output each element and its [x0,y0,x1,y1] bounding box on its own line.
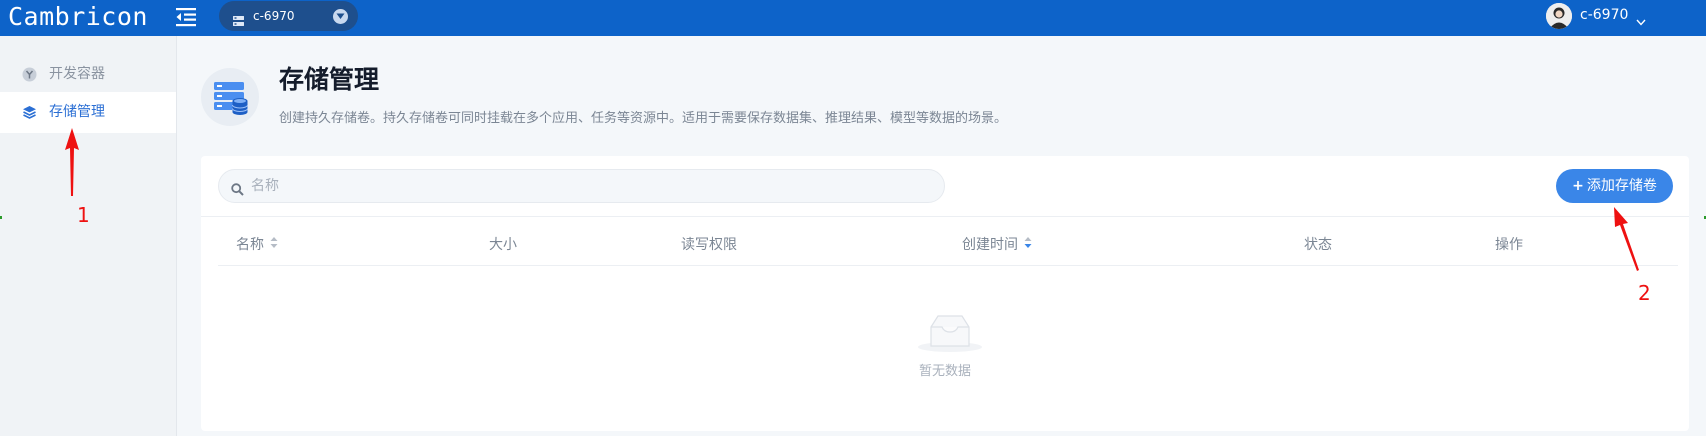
storage-stack-icon [22,105,37,120]
add-storage-volume-label: 添加存储卷 [1586,178,1657,194]
page-description: 创建持久存储卷。持久存储卷可同时挂载在多个应用、任务等资源中。适用于需要保存数据… [279,111,1008,126]
column-header-status: 状态 [1304,224,1332,266]
page-title: 存储管理 [279,65,380,94]
search-icon [231,181,244,200]
annotation-arrow-icon [1614,207,1639,271]
add-storage-volume-button[interactable]: + 添加存储卷 [1556,169,1673,203]
menu-collapse-icon[interactable] [175,6,199,28]
environment-label: c-6970 [253,9,295,23]
plus-icon: + [1572,178,1584,194]
empty-inbox-icon [918,313,982,357]
sidebar: 开发容器 存储管理 [0,36,177,436]
server-icon [233,11,244,26]
chevron-down-icon [333,9,348,24]
sort-icon[interactable] [270,224,278,266]
column-header-label: 名称 [236,237,264,253]
empty-state-text: 暂无数据 [918,364,971,379]
table-header: 名称 大小 读写权限 创建时间 状态 操作 [218,224,1678,266]
annotation-number: 2 [1638,281,1651,305]
search-input[interactable] [251,170,931,202]
chevron-down-icon [1636,11,1646,30]
column-header-permission: 读写权限 [681,224,737,266]
edge-marker [0,216,2,219]
user-name: c-6970 [1580,7,1629,23]
top-bar: Cambricon c-6970 c-6970 [0,0,1706,36]
search-field[interactable] [218,169,945,203]
container-icon [22,67,37,82]
annotation-arrow-icon [65,128,79,196]
divider [201,216,1689,217]
sidebar-item-storage[interactable]: 存储管理 [0,92,176,133]
sidebar-item-dev-container[interactable]: 开发容器 [0,54,176,95]
avatar [1546,3,1572,29]
column-header-size: 大小 [489,224,517,266]
storage-management-icon [201,68,259,126]
column-header-created-time[interactable]: 创建时间 [962,224,1032,266]
sidebar-item-label: 存储管理 [49,104,105,120]
column-header-label: 操作 [1495,237,1523,253]
column-header-label: 大小 [489,237,517,253]
column-header-label: 状态 [1304,237,1332,253]
user-menu[interactable]: c-6970 [1546,0,1706,36]
column-header-actions: 操作 [1495,224,1523,266]
annotation-number: 1 [77,203,90,227]
column-header-label: 读写权限 [681,237,737,253]
column-header-label: 创建时间 [962,237,1018,253]
sidebar-item-label: 开发容器 [49,66,105,82]
column-header-name[interactable]: 名称 [236,224,278,266]
environment-select[interactable]: c-6970 [219,1,358,31]
sort-icon[interactable] [1024,224,1032,266]
cambricon-logo[interactable]: Cambricon [8,2,148,32]
